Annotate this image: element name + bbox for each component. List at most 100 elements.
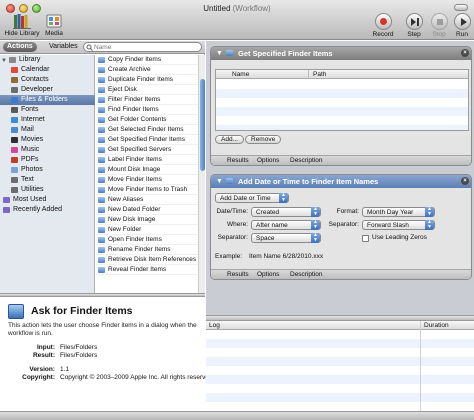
add-button[interactable]: Add... (215, 135, 244, 144)
remove-action-icon[interactable]: × (461, 177, 469, 185)
list-item[interactable]: Get Folder Contents (96, 115, 198, 125)
description-title: Ask for Finder Items (31, 305, 133, 317)
where-popup[interactable]: After name ▲ ▼ (251, 220, 321, 230)
list-item[interactable]: New Disk Image (96, 215, 198, 225)
list-item[interactable]: Get Specified Finder Items (96, 135, 198, 145)
log-column-header[interactable]: Log (209, 321, 220, 330)
leading-zeros-label: Use Leading Zeros (372, 234, 427, 241)
datetime-popup[interactable]: Created ▲ ▼ (251, 207, 321, 217)
disclosure-triangle-icon[interactable]: ▼ (216, 175, 223, 188)
step-button[interactable]: Step (403, 13, 425, 38)
list-item[interactable]: New Dated Folder (96, 205, 198, 215)
description-tab[interactable]: Description (290, 270, 323, 279)
separator-popup[interactable]: Space ▲ ▼ (251, 233, 321, 243)
sidebar-item-pdfs[interactable]: PDFs (0, 155, 95, 165)
table-row (216, 89, 468, 98)
sidebar-item-calendar[interactable]: Calendar (0, 65, 95, 75)
media-button[interactable]: Media (42, 13, 66, 37)
list-item[interactable]: Rename Finder Items (96, 245, 198, 255)
scrollbar-thumb[interactable] (200, 79, 205, 171)
action-header[interactable]: ▼ Add Date or Time to Finder Item Names … (211, 175, 471, 188)
finder-items-icon (8, 304, 24, 319)
list-item[interactable]: Eject Disk (96, 85, 198, 95)
options-tab[interactable]: Options (257, 270, 279, 279)
duration-column-header[interactable]: Duration (424, 321, 449, 330)
date-separator-popup[interactable]: Forward Slash ▲ ▼ (362, 220, 435, 230)
sidebar-item-developer[interactable]: Developer (0, 85, 95, 95)
hide-library-button[interactable]: Hide Library (3, 13, 41, 37)
list-item[interactable]: Copy Finder Items (96, 55, 198, 65)
run-button[interactable]: Run (451, 13, 473, 38)
sidebar-item-label: Developer (21, 86, 53, 93)
music-icon (11, 147, 18, 153)
search-input[interactable] (94, 43, 198, 51)
finder-items-table[interactable]: Name Path (215, 69, 469, 131)
tab-variables[interactable]: Variables (45, 42, 82, 52)
list-item[interactable]: Open Finder Items (96, 235, 198, 245)
list-item[interactable]: Duplicate Finder Items (96, 75, 198, 85)
sidebar-item-recently-added[interactable]: Recently Added (0, 205, 95, 215)
finder-icon (98, 127, 105, 133)
workflow-area[interactable]: ▼ Get Specified Finder Items × Name Path… (206, 41, 474, 315)
list-item[interactable]: Create Archive (96, 65, 198, 75)
disclosure-triangle-icon[interactable]: ▼ (216, 47, 223, 60)
list-item[interactable]: Label Finder Items (96, 155, 198, 165)
sidebar-item-internet[interactable]: Internet (0, 115, 95, 125)
sidebar-item-photos[interactable]: Photos (0, 165, 95, 175)
options-tab[interactable]: Options (257, 156, 279, 165)
list-item[interactable]: Find Finder Items (96, 105, 198, 115)
finder-icon (98, 227, 105, 233)
list-item-label: New Disk Image (108, 216, 156, 223)
results-tab[interactable]: Results (227, 270, 249, 279)
sidebar-item-music[interactable]: Music (0, 145, 95, 155)
remove-button[interactable]: Remove (245, 135, 282, 144)
list-item[interactable]: New Aliases (96, 195, 198, 205)
toolbar-toggle-button[interactable] (454, 4, 468, 11)
mode-popup[interactable]: Add Date or Time ▲ ▼ (215, 193, 289, 203)
sidebar-item-label: Internet (21, 116, 45, 123)
list-item-label: Get Folder Contents (108, 116, 167, 123)
list-item-label: Open Finder Items (108, 236, 162, 243)
list-item[interactable]: New Folder (96, 225, 198, 235)
sidebar-item-text[interactable]: Text (0, 175, 95, 185)
action-header[interactable]: ▼ Get Specified Finder Items × (211, 47, 471, 60)
list-item[interactable]: Move Finder Items (96, 175, 198, 185)
sidebar-item-movies[interactable]: Movies (0, 135, 95, 145)
tab-actions[interactable]: Actions (3, 42, 37, 52)
get-specified-finder-items-action[interactable]: ▼ Get Specified Finder Items × Name Path… (210, 46, 472, 166)
list-item-label: New Folder (108, 226, 142, 233)
list-item[interactable]: Mount Disk Image (96, 165, 198, 175)
actions-scrollbar[interactable] (198, 55, 205, 293)
search-icon (86, 44, 93, 51)
sidebar-item-fonts[interactable]: Fonts (0, 105, 95, 115)
finder-icon (98, 157, 105, 163)
list-item[interactable]: Reveal Finder Items (96, 265, 198, 275)
record-icon (374, 13, 392, 30)
finder-icon (98, 57, 105, 63)
sidebar-item-label: Music (21, 146, 40, 153)
list-item[interactable]: Move Finder Items to Trash (96, 185, 198, 195)
add-date-or-time-action[interactable]: ▼ Add Date or Time to Finder Item Names … (210, 174, 472, 280)
finder-icon (98, 87, 105, 93)
sidebar-item-files-folders[interactable]: Files & Folders (0, 95, 95, 105)
results-tab[interactable]: Results (227, 156, 249, 165)
list-item[interactable]: Retrieve Disk Item References (96, 255, 198, 265)
recently-added-icon (3, 207, 10, 213)
list-item[interactable]: Get Selected Finder Items (96, 125, 198, 135)
leading-zeros-checkbox[interactable] (362, 235, 369, 242)
record-button[interactable]: Record (370, 13, 396, 38)
stop-icon (430, 13, 448, 30)
stop-button[interactable]: Stop (428, 13, 450, 38)
search-field[interactable] (83, 42, 202, 52)
sidebar-item-mail[interactable]: Mail (0, 125, 95, 135)
sidebar-item-library[interactable]: ▼ Library (0, 55, 95, 65)
description-tab[interactable]: Description (290, 156, 323, 165)
sidebar-item-utilities[interactable]: Utilities (0, 185, 95, 195)
list-item[interactable]: Filter Finder Items (96, 95, 198, 105)
format-popup[interactable]: Month Day Year ▲ ▼ (362, 207, 435, 217)
remove-action-icon[interactable]: × (461, 49, 469, 57)
list-item[interactable]: Get Specified Servers (96, 145, 198, 155)
list-item-label: Duplicate Finder Items (108, 76, 174, 83)
sidebar-item-contacts[interactable]: Contacts (0, 75, 95, 85)
sidebar-item-most-used[interactable]: Most Used (0, 195, 95, 205)
